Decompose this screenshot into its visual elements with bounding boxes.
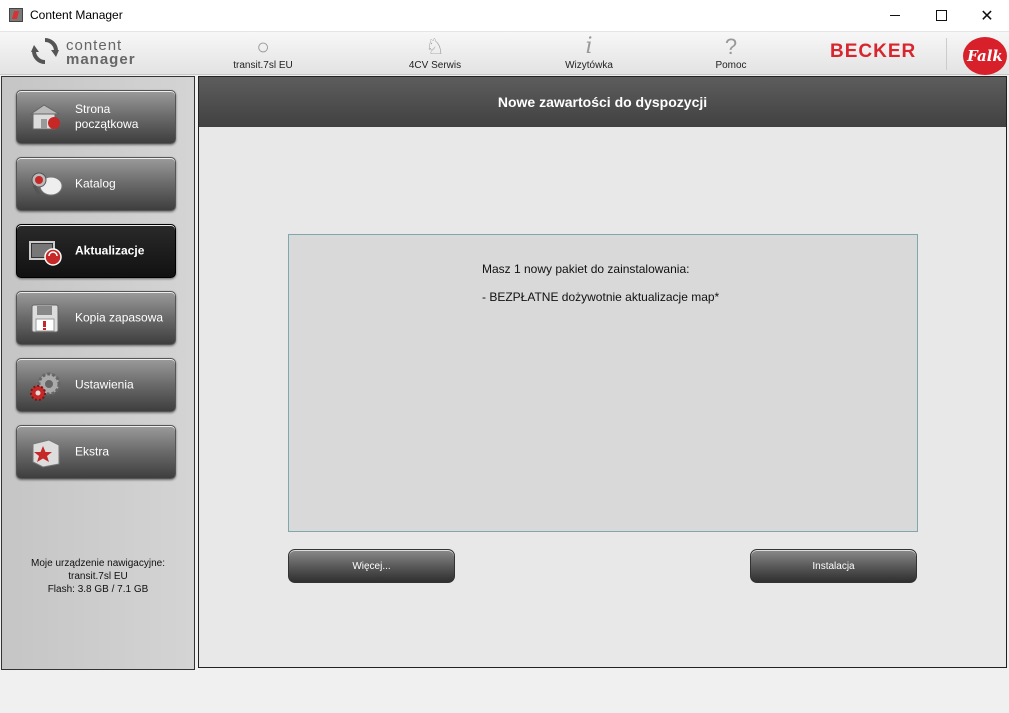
install-button[interactable]: Instalacja <box>750 549 917 583</box>
settings-icon <box>30 372 61 401</box>
device-info-flash: Flash: 3.8 GB / 7.1 GB <box>47 584 149 595</box>
sidebar: Strona początkowa Katalog Aktualizacje K… <box>1 76 195 670</box>
update-message: Masz 1 nowy pakiet do zainstalowania: <box>482 262 690 276</box>
toolbar-item-help[interactable]: ? Pomoc <box>676 34 786 74</box>
help-icon: ? <box>724 34 738 59</box>
toolbar-item-label: Pomoc <box>715 60 747 71</box>
sidebar-item-label: Kopia zapasowa <box>75 310 164 325</box>
becker-logo: BECKER <box>830 41 917 62</box>
toolbar-divider <box>946 38 947 70</box>
more-button[interactable]: Więcej... <box>288 549 455 583</box>
falk-logo: Falk <box>963 37 1007 75</box>
toolbar-item-info[interactable]: i Wizytówka <box>534 34 644 74</box>
device-icon: ○ <box>256 34 270 59</box>
sidebar-item-label: Aktualizacje <box>75 243 145 258</box>
device-info-model: transit.7sl EU <box>68 571 128 582</box>
toolbar-item-label: transit.7sl EU <box>233 60 293 71</box>
sidebar-item-label: Katalog <box>75 176 116 191</box>
sidebar-item-backup[interactable]: Kopia zapasowa <box>16 291 176 345</box>
toolbar: content manager ○ transit.7sl EU ♘ 4CV S… <box>0 32 1009 75</box>
service-icon: ♘ <box>425 34 445 59</box>
sidebar-item-catalog[interactable]: Katalog <box>16 157 176 211</box>
update-icon <box>29 241 62 266</box>
logo-text-manager: manager <box>66 51 136 68</box>
toolbar-item-label: 4CV Serwis <box>408 60 462 71</box>
device-info-heading: Moje urządzenie nawigacyjne: <box>31 558 165 569</box>
toolbar-item-device[interactable]: ○ transit.7sl EU <box>208 34 318 74</box>
sidebar-item-label: Ekstra <box>75 444 110 459</box>
minimize-button[interactable] <box>872 0 918 31</box>
info-icon: i <box>585 34 593 59</box>
page-title: Nowe zawartości do dyspozycji <box>199 77 1006 127</box>
maximize-button[interactable] <box>918 0 964 31</box>
window-title: Content Manager <box>30 8 123 22</box>
sidebar-item-settings[interactable]: Ustawienia <box>16 358 176 412</box>
update-package-item: - BEZPŁATNE dożywotnie aktualizacje map* <box>482 290 720 304</box>
window-titlebar: Content Manager ✕ <box>0 0 1009 32</box>
device-info: Moje urządzenie nawigacyjne: transit.7sl… <box>2 557 194 596</box>
sidebar-item-label: Strona początkowa <box>75 102 139 131</box>
home-icon <box>29 104 61 130</box>
sidebar-item-extra[interactable]: Ekstra <box>16 425 176 479</box>
sync-logo-icon <box>31 38 59 64</box>
minimize-icon <box>890 15 900 16</box>
catalog-icon <box>31 172 63 196</box>
toolbar-item-label: Wizytówka <box>565 60 613 71</box>
extra-icon <box>32 439 60 468</box>
sidebar-item-label: Ustawienia <box>75 377 134 392</box>
close-button[interactable]: ✕ <box>964 0 1009 31</box>
sidebar-item-updates[interactable]: Aktualizacje <box>16 224 176 278</box>
close-icon: ✕ <box>980 7 994 25</box>
sidebar-item-home[interactable]: Strona początkowa <box>16 90 176 144</box>
backup-icon <box>31 304 59 333</box>
app-icon <box>9 8 23 22</box>
main-panel: Nowe zawartości do dyspozycji Masz 1 now… <box>198 76 1007 668</box>
update-info-box: Masz 1 nowy pakiet do zainstalowania: - … <box>288 234 918 532</box>
maximize-icon <box>935 10 947 21</box>
toolbar-item-service[interactable]: ♘ 4CV Serwis <box>380 34 490 74</box>
